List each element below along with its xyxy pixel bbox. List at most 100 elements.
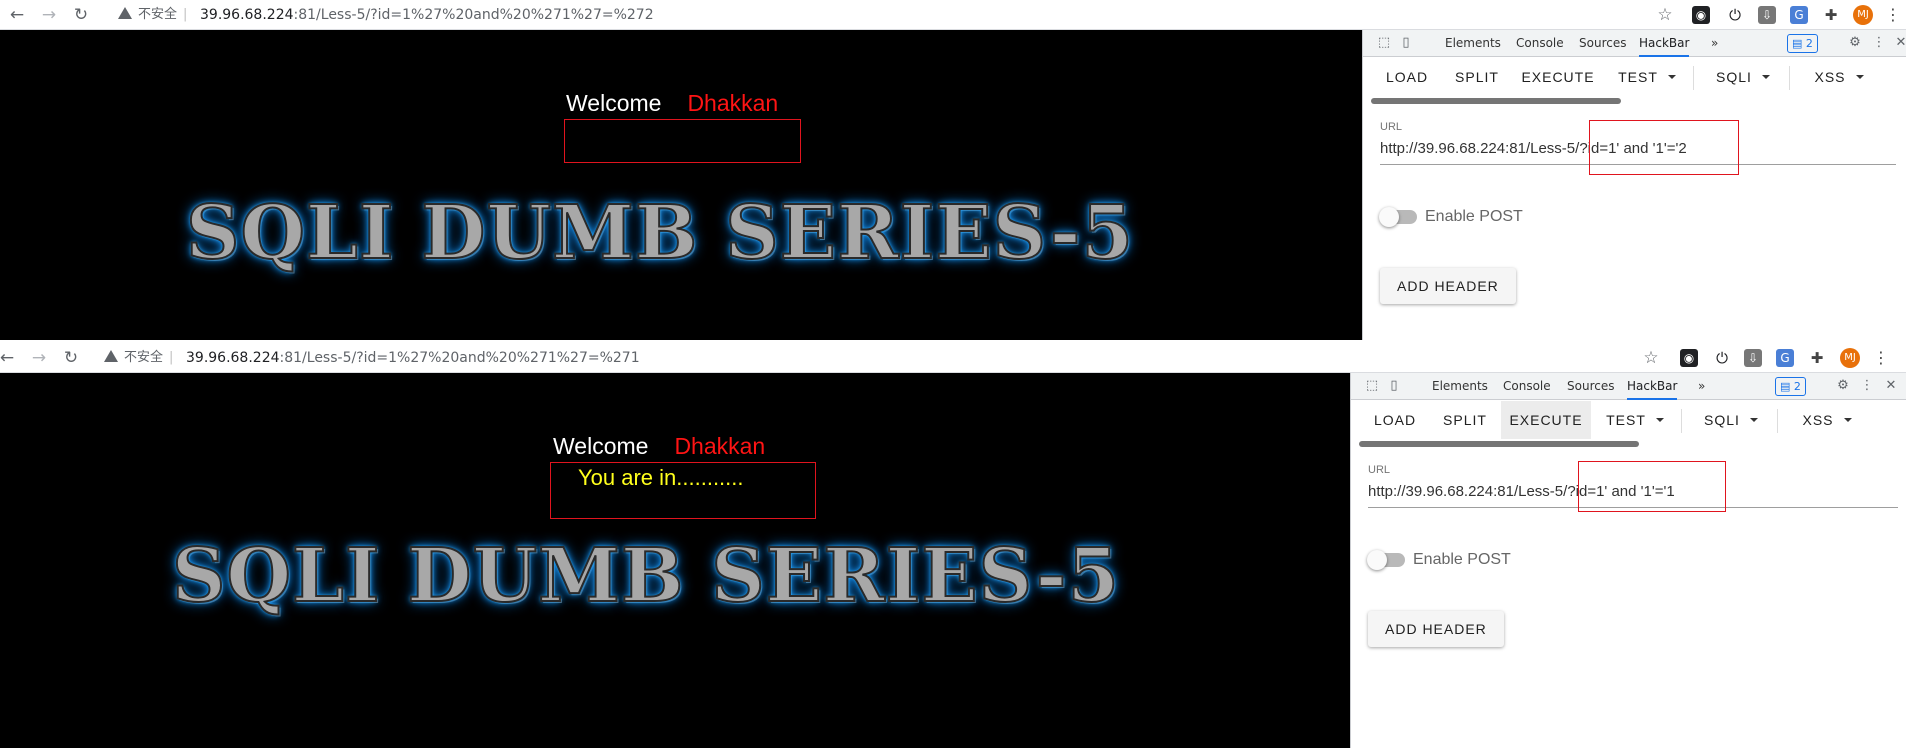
extension-icon[interactable]: ◉ (1680, 349, 1698, 367)
divider (1681, 409, 1682, 433)
tab-elements[interactable]: Elements (1432, 373, 1488, 400)
tab-console[interactable]: Console (1503, 373, 1551, 400)
page-content: Welcome Dhakkan SQLI DUMB SERIES-5 (0, 30, 1362, 340)
tab-elements[interactable]: Elements (1445, 30, 1501, 57)
welcome-text: Welcome Dhakkan (553, 433, 765, 460)
screenshot-false-condition: ← → ↻ 不安全 | 39.96.68.224:81/Less-5/?id=1%… (0, 0, 1906, 340)
payload-highlight (1589, 120, 1739, 175)
warning-icon (104, 350, 118, 362)
bookmark-star-icon[interactable]: ☆ (1656, 6, 1674, 24)
hackbar-toolbar: LOAD SPLIT EXECUTE TEST SQLI XSS (1363, 58, 1906, 96)
xss-label: XSS (1802, 412, 1834, 428)
issues-badge[interactable]: ▤ 2 (1775, 377, 1806, 396)
chevron-down-icon (1749, 418, 1758, 422)
message-icon: ▤ (1792, 37, 1806, 50)
forward-icon[interactable]: → (28, 347, 50, 369)
avatar[interactable]: MJ (1853, 5, 1873, 25)
security-chip[interactable]: 不安全 | (104, 348, 179, 368)
screenshot-true-condition: ← → ↻ 不安全 | 39.96.68.224:81/Less-5/?id=1%… (0, 343, 1906, 748)
tab-hackbar[interactable]: HackBar (1627, 373, 1678, 400)
warning-icon (118, 7, 132, 19)
split-button[interactable]: SPLIT (1433, 401, 1497, 439)
sqli-dropdown[interactable]: SQLI (1703, 58, 1783, 96)
add-header-button[interactable]: ADD HEADER (1368, 611, 1504, 647)
address-bar[interactable]: 39.96.68.224:81/Less-5/?id=1%27%20and%20… (200, 5, 654, 25)
xss-dropdown[interactable]: XSS (1799, 58, 1879, 96)
inspect-icon[interactable]: ⬚ (1363, 377, 1381, 395)
more-tabs-icon[interactable]: » (1711, 30, 1718, 57)
test-label: TEST (1606, 412, 1646, 428)
enable-post-toggle[interactable] (1379, 207, 1417, 227)
divider (1693, 66, 1694, 90)
security-chip[interactable]: 不安全 | (118, 5, 193, 25)
tab-hackbar[interactable]: HackBar (1639, 30, 1690, 57)
hackbar-scrollbar[interactable] (1359, 441, 1639, 447)
back-icon[interactable]: ← (0, 347, 18, 369)
insecure-label: 不安全 (138, 7, 178, 22)
inspect-icon[interactable]: ⬚ (1375, 34, 1393, 52)
load-button[interactable]: LOAD (1363, 401, 1427, 439)
translate-icon[interactable]: G (1776, 349, 1794, 367)
address-bar[interactable]: 39.96.68.224:81/Less-5/?id=1%27%20and%20… (186, 348, 640, 368)
gear-icon[interactable]: ⚙ (1834, 377, 1852, 395)
device-toolbar-icon[interactable]: ▯ (1385, 377, 1403, 395)
xss-label: XSS (1814, 69, 1846, 85)
page-content: Welcome Dhakkan You are in........... SQL… (0, 373, 1350, 748)
address-path: :81/Less-5/?id=1%27%20and%20%271%27=%271 (279, 350, 640, 366)
reload-icon[interactable]: ↻ (70, 4, 92, 26)
address-path: :81/Less-5/?id=1%27%20and%20%271%27=%272 (293, 7, 654, 23)
kebab-menu-icon[interactable]: ⋮ (1884, 6, 1902, 24)
welcome-text: Welcome Dhakkan (566, 90, 778, 117)
issues-badge[interactable]: ▤ 2 (1787, 34, 1818, 53)
close-icon[interactable]: ✕ (1882, 377, 1900, 395)
issues-count: 2 (1805, 37, 1813, 50)
test-dropdown[interactable]: TEST (1607, 58, 1687, 96)
page-banner: SQLI DUMB SERIES-5 (185, 189, 1134, 277)
puzzle-icon[interactable]: ✚ (1822, 6, 1840, 24)
extension-icon[interactable]: ◉ (1692, 6, 1710, 24)
gear-icon[interactable]: ⚙ (1846, 34, 1864, 52)
tab-console[interactable]: Console (1516, 30, 1564, 57)
kebab-menu-icon[interactable]: ⋮ (1858, 377, 1876, 395)
load-button[interactable]: LOAD (1375, 58, 1439, 96)
insecure-label: 不安全 (124, 350, 164, 365)
forward-icon[interactable]: → (38, 4, 60, 26)
download-icon[interactable]: ⇩ (1744, 349, 1762, 367)
hackbar-toolbar: LOAD SPLIT EXECUTE TEST SQLI XSS (1351, 401, 1906, 439)
sqli-label: SQLI (1716, 69, 1752, 85)
toggle-knob (1379, 207, 1399, 227)
back-icon[interactable]: ← (6, 4, 28, 26)
xss-dropdown[interactable]: XSS (1787, 401, 1867, 439)
add-header-button[interactable]: ADD HEADER (1380, 268, 1516, 304)
kebab-menu-icon[interactable]: ⋮ (1872, 349, 1890, 367)
close-icon[interactable]: ✕ (1892, 34, 1906, 52)
hackbar-scrollbar[interactable] (1371, 98, 1621, 104)
bookmark-star-icon[interactable]: ☆ (1642, 349, 1660, 367)
kebab-menu-icon[interactable]: ⋮ (1870, 34, 1888, 52)
power-icon[interactable]: ⏻ (1726, 6, 1744, 24)
message-icon: ▤ (1780, 380, 1794, 393)
split-button[interactable]: SPLIT (1445, 58, 1509, 96)
test-dropdown[interactable]: TEST (1595, 401, 1675, 439)
welcome-label: Welcome (553, 433, 649, 459)
url-label: URL (1380, 121, 1403, 133)
translate-icon[interactable]: G (1790, 6, 1808, 24)
devtools-panel: ⬚ ▯ Elements Console Sources HackBar » ▤… (1350, 373, 1906, 748)
tab-sources[interactable]: Sources (1579, 30, 1626, 57)
power-icon[interactable]: ⏻ (1713, 349, 1731, 367)
execute-button[interactable]: EXECUTE (1513, 58, 1603, 96)
welcome-label: Welcome (566, 90, 662, 116)
browser-toolbar: ← → ↻ 不安全 | 39.96.68.224:81/Less-5/?id=1%… (0, 343, 1906, 373)
puzzle-icon[interactable]: ✚ (1808, 349, 1826, 367)
download-icon[interactable]: ⇩ (1758, 6, 1776, 24)
address-host: 39.96.68.224 (200, 7, 294, 23)
more-tabs-icon[interactable]: » (1698, 373, 1705, 400)
browser-toolbar: ← → ↻ 不安全 | 39.96.68.224:81/Less-5/?id=1%… (0, 0, 1906, 30)
enable-post-toggle[interactable] (1367, 550, 1405, 570)
tab-sources[interactable]: Sources (1567, 373, 1614, 400)
device-toolbar-icon[interactable]: ▯ (1397, 34, 1415, 52)
avatar[interactable]: MJ (1840, 348, 1860, 368)
reload-icon[interactable]: ↻ (60, 347, 82, 369)
execute-button[interactable]: EXECUTE (1501, 401, 1591, 439)
sqli-dropdown[interactable]: SQLI (1691, 401, 1771, 439)
